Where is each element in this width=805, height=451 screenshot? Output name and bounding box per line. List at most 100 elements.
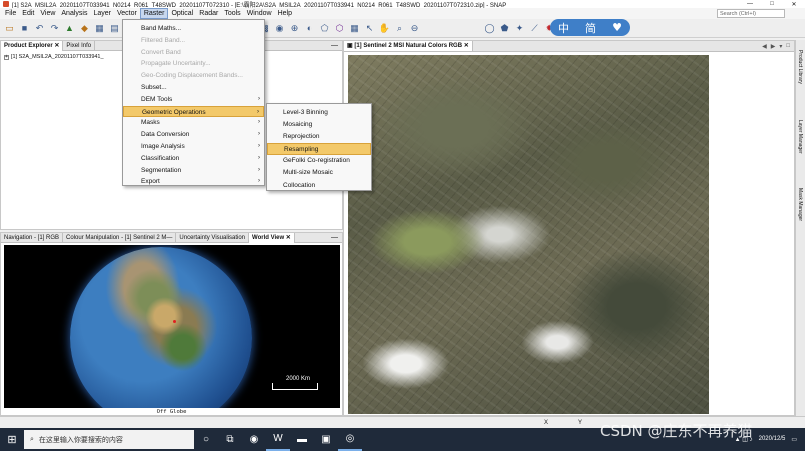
submenu-item-gefolki[interactable]: GeFolki Co-registration (267, 155, 371, 167)
cortana-icon[interactable]: ○ (194, 428, 218, 451)
tab-list-icon[interactable]: ▾ (779, 43, 782, 50)
maximize-panel-icon[interactable]: □ (786, 43, 790, 50)
vector-icon[interactable]: ⬠ (318, 22, 331, 35)
product-icon[interactable]: ◆ (78, 22, 91, 35)
minimize-button[interactable]: — (739, 1, 761, 8)
save-icon[interactable]: ■ (18, 22, 31, 35)
tab-layer-manager[interactable]: Layer Manager (797, 120, 803, 154)
tab-pixel-info[interactable]: Pixel Info (63, 40, 96, 51)
search-input[interactable]: Search (Ctrl+I) (717, 9, 785, 18)
graph-builder-icon[interactable]: ▦ (93, 22, 106, 35)
tab-navigation[interactable]: Navigation - [1] RGB (1, 232, 64, 243)
submenu-item-multisize-mosaic[interactable]: Multi-size Mosaic (267, 167, 371, 179)
menu-item-geocoding-displacement[interactable]: Geo-Coding Displacement Bands... (123, 70, 264, 82)
expand-icon[interactable]: + (4, 54, 9, 60)
menu-layer[interactable]: Layer (90, 8, 114, 19)
task-view-icon[interactable]: ⧉ (218, 428, 242, 451)
menu-tools[interactable]: Tools (221, 8, 243, 19)
tab-mask-manager[interactable]: Mask Manager (797, 188, 803, 221)
band-maths-icon[interactable]: ▲ (63, 22, 76, 35)
snap-taskbar-icon[interactable]: ◎ (338, 428, 362, 451)
product-label: [1] S2A_MSIL2A_20201107T033941_ (11, 54, 104, 60)
maximize-button[interactable]: □ (761, 1, 783, 8)
ime-lang: 中 (558, 21, 570, 35)
zoom-out-icon[interactable]: ⊖ (408, 22, 421, 35)
pin-icon[interactable]: ◉ (273, 22, 286, 35)
submenu-item-mosaicing[interactable]: Mosaicing (267, 119, 371, 131)
tab-image-view[interactable]: ▣ [1] Sentinel 2 MSI Natural Colors RGB … (344, 41, 473, 51)
mask-icon[interactable]: ◐ (303, 22, 316, 35)
magic-wand-icon[interactable]: ✦ (513, 22, 526, 35)
earth-globe[interactable] (70, 247, 252, 408)
taskbar-search[interactable]: ⌕ 在这里输入你要搜索的内容 (24, 430, 194, 449)
menu-radar[interactable]: Radar (196, 8, 221, 19)
gcp-icon[interactable]: ⊕ (288, 22, 301, 35)
menu-edit[interactable]: Edit (19, 8, 37, 19)
menu-view[interactable]: View (37, 8, 58, 19)
globe-viewport[interactable]: 2000 Km (4, 245, 340, 408)
menu-vector[interactable]: Vector (114, 8, 140, 19)
menu-optical[interactable]: Optical (168, 8, 196, 19)
submenu-item-reprojection[interactable]: Reprojection (267, 131, 371, 143)
menu-item-geometric-operations[interactable]: Geometric Operations › (123, 105, 264, 118)
menu-item-propagate-uncertainty[interactable]: Propagate Uncertainty... (123, 58, 264, 70)
placeholder-tool-3[interactable] (453, 22, 466, 35)
menu-window[interactable]: Window (244, 8, 275, 19)
placeholder-tool-2[interactable] (438, 22, 451, 35)
satellite-image[interactable] (348, 55, 709, 414)
zoom-tool-icon[interactable]: ⌕ (393, 22, 406, 35)
polygon-tool-icon[interactable]: ⬟ (498, 22, 511, 35)
submenu-item-resampling[interactable]: Resampling (267, 143, 371, 156)
menu-item-subset[interactable]: Subset... (123, 82, 264, 94)
submenu-item-collocation[interactable]: Collocation (267, 180, 371, 192)
menu-item-filtered-band[interactable]: Filtered Band... (123, 35, 264, 47)
menu-file[interactable]: File (2, 8, 19, 19)
menu-item-segmentation[interactable]: Segmentation › (123, 165, 264, 177)
snap-app-icon (3, 1, 9, 7)
minimize-panel-button[interactable]: — (327, 234, 342, 241)
clock[interactable]: 2020/12/5 (759, 436, 786, 443)
tab-product-explorer[interactable]: Product Explorer ✕ (1, 40, 64, 51)
tab-uncertainty[interactable]: Uncertainty Visualisation (176, 232, 250, 243)
submenu-item-level3-binning[interactable]: Level-3 Binning (267, 107, 371, 119)
close-button[interactable]: ✕ (783, 1, 805, 8)
notification-icon[interactable]: ▭ (791, 436, 797, 443)
file-explorer-icon[interactable]: ▬ (290, 428, 314, 451)
placeholder-tool-1[interactable] (423, 22, 436, 35)
placeholder-tool-4[interactable] (468, 22, 481, 35)
right-sidebar: Product Library Layer Manager Mask Manag… (795, 40, 805, 416)
menu-item-export[interactable]: Export › (123, 176, 264, 188)
ellipse-tool-icon[interactable]: ◯ (483, 22, 496, 35)
open-product-icon[interactable]: ▭ (3, 22, 16, 35)
graph-icon[interactable]: ⬡ (333, 22, 346, 35)
menu-help[interactable]: Help (275, 8, 295, 19)
menu-item-convert-band[interactable]: Convert Band (123, 47, 264, 59)
menu-item-band-maths[interactable]: Band Maths... (123, 23, 264, 35)
terminal-icon[interactable]: ▣ (314, 428, 338, 451)
menu-item-masks[interactable]: Masks › (123, 117, 264, 129)
menu-raster[interactable]: Raster (139, 8, 169, 19)
pan-tool-icon[interactable]: ✋ (378, 22, 391, 35)
undo-icon[interactable]: ↶ (33, 22, 46, 35)
redo-icon[interactable]: ↷ (48, 22, 61, 35)
next-tab-icon[interactable]: ▶ (771, 43, 776, 50)
tab-colour-manipulation[interactable]: Colour Manipulation - [1] Sentinel 2 M— (63, 232, 177, 243)
batch-icon[interactable]: ▤ (108, 22, 121, 35)
menu-item-image-analysis[interactable]: Image Analysis › (123, 141, 264, 153)
image-background (709, 55, 788, 414)
tab-world-view[interactable]: World View ✕ (249, 232, 295, 243)
range-finder-icon[interactable]: ⟋ (528, 22, 541, 35)
windows-start-icon[interactable]: ⊞ (0, 428, 24, 451)
prev-tab-icon[interactable]: ◀ (762, 43, 767, 50)
menu-analysis[interactable]: Analysis (58, 8, 90, 19)
geometric-operations-submenu: Level-3 Binning Mosaicing Reprojection R… (266, 103, 372, 191)
menu-item-data-conversion[interactable]: Data Conversion › (123, 129, 264, 141)
select-tool-icon[interactable]: ↖ (363, 22, 376, 35)
menu-item-dem-tools[interactable]: DEM Tools › (123, 94, 264, 106)
table-icon[interactable]: ▦ (348, 22, 361, 35)
word-icon[interactable]: W (266, 428, 290, 451)
chrome-icon[interactable]: ◉ (242, 428, 266, 451)
menu-item-classification[interactable]: Classification › (123, 153, 264, 165)
minimize-panel-button[interactable]: — (327, 42, 342, 49)
tab-product-library[interactable]: Product Library (797, 50, 803, 84)
